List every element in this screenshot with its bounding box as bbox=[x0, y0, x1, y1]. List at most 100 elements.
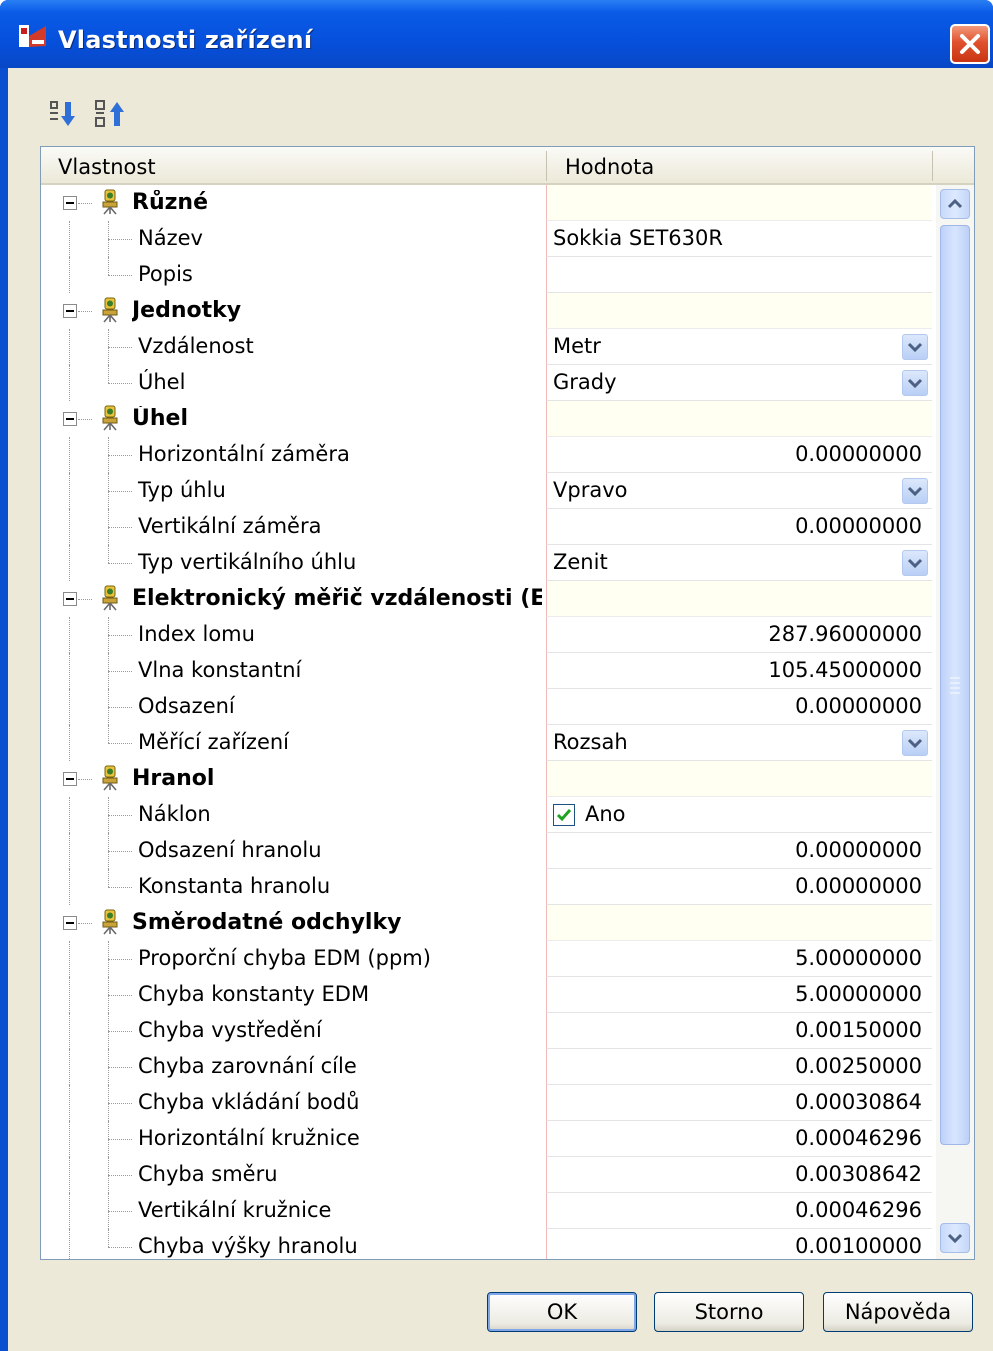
checkbox[interactable] bbox=[553, 804, 575, 826]
collapse-toggle[interactable] bbox=[63, 412, 77, 426]
property-value-cell[interactable]: Ano bbox=[546, 797, 932, 833]
property-row[interactable]: Konstanta hranolu 0.00000000 bbox=[41, 869, 934, 905]
property-row[interactable]: Proporční chyba EDM (ppm) 5.00000000 bbox=[41, 941, 934, 977]
property-value-cell[interactable]: Vpravo bbox=[546, 473, 932, 509]
property-label: Odsazení hranolu bbox=[138, 838, 322, 862]
property-row[interactable]: Chyba směru 0.00308642 bbox=[41, 1157, 934, 1193]
property-value-cell[interactable]: 5.00000000 bbox=[546, 941, 932, 977]
ok-button[interactable]: OK bbox=[487, 1292, 637, 1332]
property-row[interactable]: Vertikální kružnice 0.00046296 bbox=[41, 1193, 934, 1229]
property-value-cell[interactable]: 0.00000000 bbox=[546, 509, 932, 545]
property-row[interactable]: Typ vertikálního úhlu Zenit bbox=[41, 545, 934, 581]
property-value-cell[interactable]: Metr bbox=[546, 329, 932, 365]
dropdown-button[interactable] bbox=[902, 370, 928, 396]
tree-connector bbox=[69, 1049, 70, 1085]
property-row[interactable]: Název Sokkia SET630R bbox=[41, 221, 934, 257]
property-value: 0.00000000 bbox=[795, 838, 922, 862]
property-row[interactable]: Vzdálenost Metr bbox=[41, 329, 934, 365]
property-value-cell[interactable]: 0.00046296 bbox=[546, 1193, 932, 1229]
property-value: 0.00000000 bbox=[795, 694, 922, 718]
property-value-cell[interactable]: 0.00000000 bbox=[546, 869, 932, 905]
tree-connector bbox=[108, 347, 132, 348]
category-row[interactable]: Elektronický měřič vzdálenosti (ED... bbox=[41, 581, 934, 617]
property-row[interactable]: Vertikální záměra 0.00000000 bbox=[41, 509, 934, 545]
property-grid[interactable]: Vlastnost Hodnota Různé Název Sokkia SET… bbox=[40, 146, 975, 1260]
vertical-scrollbar[interactable] bbox=[936, 185, 974, 1259]
scroll-thumb[interactable] bbox=[940, 225, 970, 1145]
property-row[interactable]: Úhel Grady bbox=[41, 365, 934, 401]
chevron-down-icon bbox=[907, 558, 923, 569]
property-value: 0.00000000 bbox=[795, 874, 922, 898]
property-value-cell[interactable]: 0.00100000 bbox=[546, 1229, 932, 1259]
property-value-cell[interactable]: Zenit bbox=[546, 545, 932, 581]
dropdown-button[interactable] bbox=[902, 730, 928, 756]
tree-connector bbox=[108, 815, 132, 816]
category-row[interactable]: Směrodatné odchylky bbox=[41, 905, 934, 941]
title-bar[interactable]: Vlastnosti zařízení bbox=[0, 0, 993, 68]
help-button[interactable]: Nápověda bbox=[823, 1292, 973, 1332]
property-value-cell[interactable]: 0.00000000 bbox=[546, 833, 932, 869]
property-value-cell[interactable]: 5.00000000 bbox=[546, 977, 932, 1013]
property-value-cell[interactable]: 0.00250000 bbox=[546, 1049, 932, 1085]
property-value-cell[interactable]: Sokkia SET630R bbox=[546, 221, 932, 257]
property-value-cell[interactable]: 0.00046296 bbox=[546, 1121, 932, 1157]
category-row[interactable]: Hranol bbox=[41, 761, 934, 797]
tree-connector bbox=[78, 419, 92, 420]
property-value-cell[interactable]: 105.45000000 bbox=[546, 653, 932, 689]
property-value-cell[interactable]: 0.00030864 bbox=[546, 1085, 932, 1121]
property-row[interactable]: Chyba vystředění 0.00150000 bbox=[41, 1013, 934, 1049]
category-row[interactable]: Jednotky bbox=[41, 293, 934, 329]
sort-alphabetical-button[interactable] bbox=[92, 98, 126, 130]
property-row[interactable]: Měřící zařízení Rozsah bbox=[41, 725, 934, 761]
property-row[interactable]: Náklon Ano bbox=[41, 797, 934, 833]
sort-categorized-button[interactable] bbox=[46, 98, 80, 130]
property-row[interactable]: Typ úhlu Vpravo bbox=[41, 473, 934, 509]
property-value-cell[interactable]: Grady bbox=[546, 365, 932, 401]
scroll-down-button[interactable] bbox=[940, 1223, 970, 1253]
property-value-cell[interactable] bbox=[546, 257, 932, 293]
property-value-cell[interactable]: 0.00308642 bbox=[546, 1157, 932, 1193]
close-icon bbox=[960, 34, 980, 54]
column-header-property[interactable]: Vlastnost bbox=[58, 155, 156, 179]
category-row[interactable]: Úhel bbox=[41, 401, 934, 437]
property-value-cell[interactable]: 0.00000000 bbox=[546, 689, 932, 725]
column-separator[interactable] bbox=[546, 151, 547, 181]
collapse-toggle[interactable] bbox=[63, 772, 77, 786]
property-row[interactable]: Popis bbox=[41, 257, 934, 293]
property-row[interactable]: Horizontální kružnice 0.00046296 bbox=[41, 1121, 934, 1157]
property-row[interactable]: Vlna konstantní 105.45000000 bbox=[41, 653, 934, 689]
dropdown-button[interactable] bbox=[902, 334, 928, 360]
dropdown-button[interactable] bbox=[902, 478, 928, 504]
collapse-toggle[interactable] bbox=[63, 304, 77, 318]
property-label: Chyba zarovnání cíle bbox=[138, 1054, 357, 1078]
dropdown-button[interactable] bbox=[902, 550, 928, 576]
tree-connector bbox=[78, 203, 92, 204]
category-label: Elektronický měřič vzdálenosti (ED... bbox=[132, 586, 542, 611]
property-row[interactable]: Odsazení hranolu 0.00000000 bbox=[41, 833, 934, 869]
tree-connector bbox=[69, 329, 70, 365]
property-label: Měřící zařízení bbox=[138, 730, 290, 754]
collapse-toggle[interactable] bbox=[63, 916, 77, 930]
column-separator[interactable] bbox=[932, 151, 933, 181]
property-row[interactable]: Odsazení 0.00000000 bbox=[41, 689, 934, 725]
property-value-cell[interactable]: Rozsah bbox=[546, 725, 932, 761]
property-row[interactable]: Horizontální záměra 0.00000000 bbox=[41, 437, 934, 473]
property-row[interactable]: Chyba zarovnání cíle 0.00250000 bbox=[41, 1049, 934, 1085]
category-row[interactable]: Různé bbox=[41, 185, 934, 221]
scroll-up-button[interactable] bbox=[940, 189, 970, 219]
property-row[interactable]: Chyba vkládání bodů 0.00030864 bbox=[41, 1085, 934, 1121]
property-row[interactable]: Index lomu 287.96000000 bbox=[41, 617, 934, 653]
collapse-toggle[interactable] bbox=[63, 196, 77, 210]
close-button[interactable] bbox=[950, 24, 990, 64]
collapse-toggle[interactable] bbox=[63, 592, 77, 606]
column-header-value[interactable]: Hodnota bbox=[565, 155, 654, 179]
grip-icon bbox=[950, 677, 960, 694]
property-row[interactable]: Chyba výšky hranolu 0.00100000 bbox=[41, 1229, 934, 1259]
property-row[interactable]: Chyba konstanty EDM 5.00000000 bbox=[41, 977, 934, 1013]
property-value-cell[interactable]: 287.96000000 bbox=[546, 617, 932, 653]
property-value-cell[interactable]: 0.00150000 bbox=[546, 1013, 932, 1049]
cancel-button[interactable]: Storno bbox=[654, 1292, 804, 1332]
property-value: Sokkia SET630R bbox=[553, 226, 723, 250]
window-title: Vlastnosti zařízení bbox=[58, 26, 313, 54]
property-value-cell[interactable]: 0.00000000 bbox=[546, 437, 932, 473]
